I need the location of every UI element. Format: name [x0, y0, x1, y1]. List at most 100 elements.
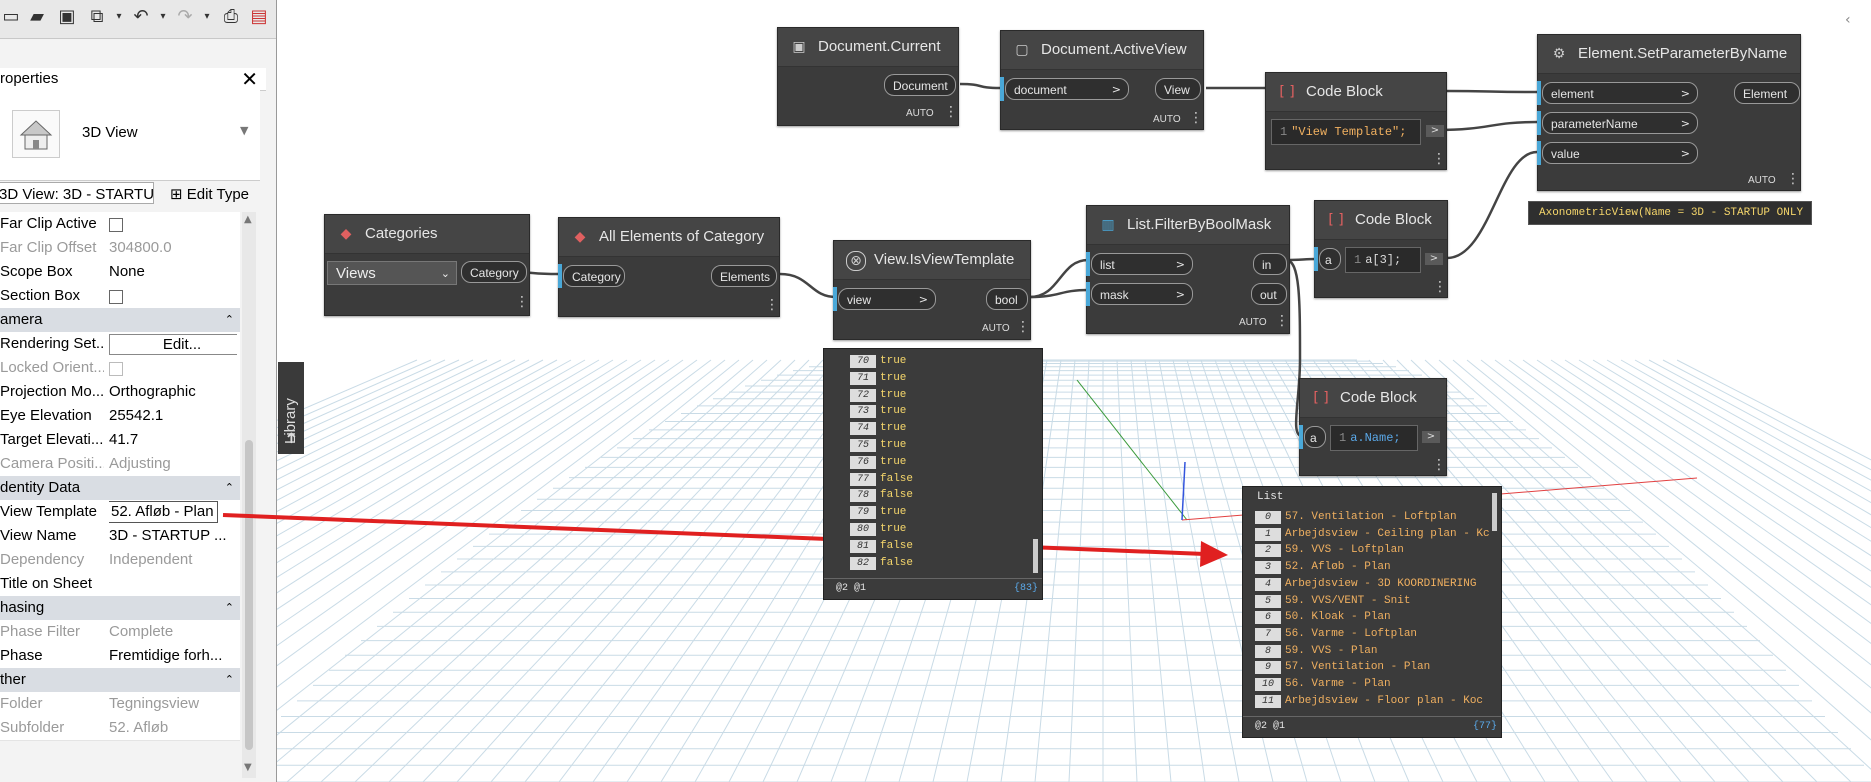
input-port-document[interactable]: document > [1005, 78, 1129, 100]
property-group-header[interactable]: dentity Data ⌃ [0, 476, 240, 500]
property-value[interactable]: Edit... [109, 332, 237, 357]
more-icon[interactable]: ⋮ [1433, 279, 1447, 295]
save-icon[interactable]: ▣ [56, 6, 78, 28]
input-port-a[interactable]: a [1319, 248, 1341, 270]
node-list-filterbyboolmask[interactable]: ▥ List.FilterByBoolMask list > mask > in o… [1086, 205, 1290, 334]
node-all-elements-of-category[interactable]: ◆ All Elements of Category Category Elem… [558, 217, 780, 317]
open-folder-icon[interactable]: ▰ [26, 6, 48, 28]
input-port-parametername[interactable]: parameterName > [1542, 112, 1698, 134]
scrollbar-thumb[interactable] [245, 440, 253, 750]
list-value: Arbejdsview - Ceiling plan - Kc [1285, 527, 1490, 540]
undo-icon[interactable]: ↶ [130, 6, 152, 28]
names-preview-panel[interactable]: List 0 57. Ventilation - Loftplan 1 Arbejds… [1242, 486, 1502, 738]
instance-selector[interactable]: 3D View: 3D - STARTU [0, 182, 154, 204]
scroll-up-icon[interactable]: ▲ [244, 214, 252, 225]
property-group-header[interactable]: ther ⌃ [0, 668, 240, 692]
node-document-current[interactable]: ▣ Document.Current Document AUTO ⋮ [777, 27, 959, 126]
property-value[interactable]: 52. Afløb - Plan [109, 500, 237, 524]
property-value[interactable]: Orthographic [109, 380, 237, 404]
property-checkbox[interactable] [109, 218, 123, 232]
output-port-arrow[interactable]: > [1425, 253, 1443, 265]
property-value[interactable]: None [109, 260, 237, 284]
preview-scrollbar[interactable] [1033, 539, 1038, 573]
more-icon[interactable]: ⋮ [1432, 457, 1446, 473]
property-group-header[interactable]: hasing ⌃ [0, 596, 240, 620]
output-port-document[interactable]: Document [884, 74, 956, 96]
output-port-elements[interactable]: Elements [711, 265, 777, 287]
instance-selector-label: 3D View: 3D - STARTU [0, 186, 154, 203]
output-port-out[interactable]: out [1251, 283, 1287, 305]
rendering-edit-button[interactable]: Edit... [109, 334, 237, 355]
input-port-list[interactable]: list > [1091, 253, 1193, 275]
chevron-down-icon: ⌄ [440, 267, 450, 280]
input-port-view[interactable]: view > [838, 288, 936, 310]
output-port-element[interactable]: Element [1734, 82, 1800, 104]
node-code-block-1[interactable]: [ ] Code Block 1 "View Template"; > ⋮ [1265, 72, 1447, 170]
more-icon[interactable]: ⋮ [1432, 151, 1446, 167]
node-set-parameter-by-name[interactable]: ⚙ Element.SetParameterByName element > pa… [1537, 34, 1801, 191]
type-selector[interactable]: 3D View ▼ [0, 90, 260, 181]
property-value: Independent [109, 551, 193, 568]
redo-icon[interactable]: ↷ [174, 6, 196, 28]
node-categories[interactable]: ◆ Categories Views ⌄ Category ⋮ [324, 214, 530, 316]
sync-icon[interactable]: ⧉ [86, 6, 108, 28]
collapse-chevron-icon[interactable]: ⌃ [225, 596, 234, 620]
node-view-isviewtemplate[interactable]: ⊗ View.IsViewTemplate view > bool AUTO ⋮ [833, 240, 1031, 340]
chevron-down-icon[interactable]: ▼ [240, 124, 248, 137]
input-port-element[interactable]: element > [1542, 82, 1698, 104]
sheet-icon[interactable]: ▤ [248, 6, 270, 28]
output-port-bool[interactable]: bool [986, 288, 1028, 310]
more-icon[interactable]: ⋮ [1786, 171, 1800, 187]
input-port-category[interactable]: Category [563, 265, 625, 287]
property-value[interactable]: Fremtidige forh... [109, 644, 237, 668]
elements-icon: ◆ [574, 229, 586, 245]
more-icon[interactable]: ⋮ [1275, 313, 1289, 329]
input-port-value[interactable]: value > [1542, 142, 1698, 164]
category-dropdown[interactable]: Views ⌄ [327, 261, 457, 285]
output-port-in[interactable]: in [1253, 253, 1287, 275]
code-editor[interactable]: 1 a.Name; [1330, 425, 1418, 451]
node-code-block-2[interactable]: [ ] Code Block a 1 a[3]; > ⋮ [1314, 200, 1448, 298]
list-header: List [1257, 491, 1284, 503]
output-port-view[interactable]: View [1155, 78, 1201, 100]
redo-caret-icon[interactable]: ▾ [196, 6, 218, 28]
property-group-header[interactable]: amera ⌃ [0, 308, 240, 332]
scroll-down-icon[interactable]: ▼ [244, 762, 252, 773]
dropdown-caret-icon[interactable]: ▾ [108, 6, 130, 28]
more-icon[interactable]: ⋮ [1189, 110, 1203, 126]
code-editor[interactable]: 1 a[3]; [1345, 247, 1421, 273]
edit-type-button[interactable]: ⊞ Edit Type [170, 182, 249, 207]
library-tab[interactable]: ➜ Library [278, 362, 304, 454]
collapse-chevron-icon[interactable]: ⌃ [225, 308, 234, 332]
edit-type-icon: ⊞ [170, 185, 183, 203]
input-port-a[interactable]: a [1304, 426, 1326, 448]
more-icon[interactable]: ⋮ [944, 104, 958, 120]
node-code-block-3[interactable]: [ ] Code Block a 1 a.Name; > ⋮ [1299, 378, 1447, 476]
list-index: 9 [1255, 661, 1281, 675]
output-port-arrow[interactable]: > [1426, 125, 1444, 137]
node-document-activeview[interactable]: ▢ Document.ActiveView document > View AUT… [1000, 30, 1204, 130]
collapse-chevron-icon[interactable]: ⌃ [225, 476, 234, 500]
more-icon[interactable]: ⋮ [515, 294, 529, 310]
more-icon[interactable]: ⋮ [765, 297, 779, 313]
property-value[interactable]: 41.7 [109, 428, 237, 452]
code-editor[interactable]: 1 "View Template"; [1271, 119, 1421, 145]
view-template-value[interactable]: 52. Afløb - Plan [109, 501, 218, 523]
input-port-mask[interactable]: mask > [1091, 283, 1193, 305]
close-icon[interactable]: ✕ [241, 68, 258, 90]
collapse-icon[interactable]: ‹ [1845, 12, 1851, 28]
property-value[interactable]: 3D - STARTUP ... [109, 524, 237, 548]
output-port-category[interactable]: Category [461, 261, 527, 283]
property-checkbox[interactable] [109, 290, 123, 304]
list-count: {83} [1013, 583, 1038, 594]
undo-caret-icon[interactable]: ▾ [152, 6, 174, 28]
output-port-arrow[interactable]: > [1422, 431, 1440, 443]
list-index: 78 [850, 489, 876, 503]
collapse-chevron-icon[interactable]: ⌃ [225, 668, 234, 692]
bool-preview-panel[interactable]: 70 true 71 true 72 true 73 true 74 true 75 true 76 tr… [823, 348, 1043, 600]
new-icon[interactable]: ▭ [0, 6, 22, 28]
property-value[interactable]: 25542.1 [109, 404, 237, 428]
preview-scrollbar[interactable] [1492, 493, 1497, 531]
more-icon[interactable]: ⋮ [1016, 319, 1030, 335]
print-icon[interactable]: ⎙ [220, 6, 242, 28]
